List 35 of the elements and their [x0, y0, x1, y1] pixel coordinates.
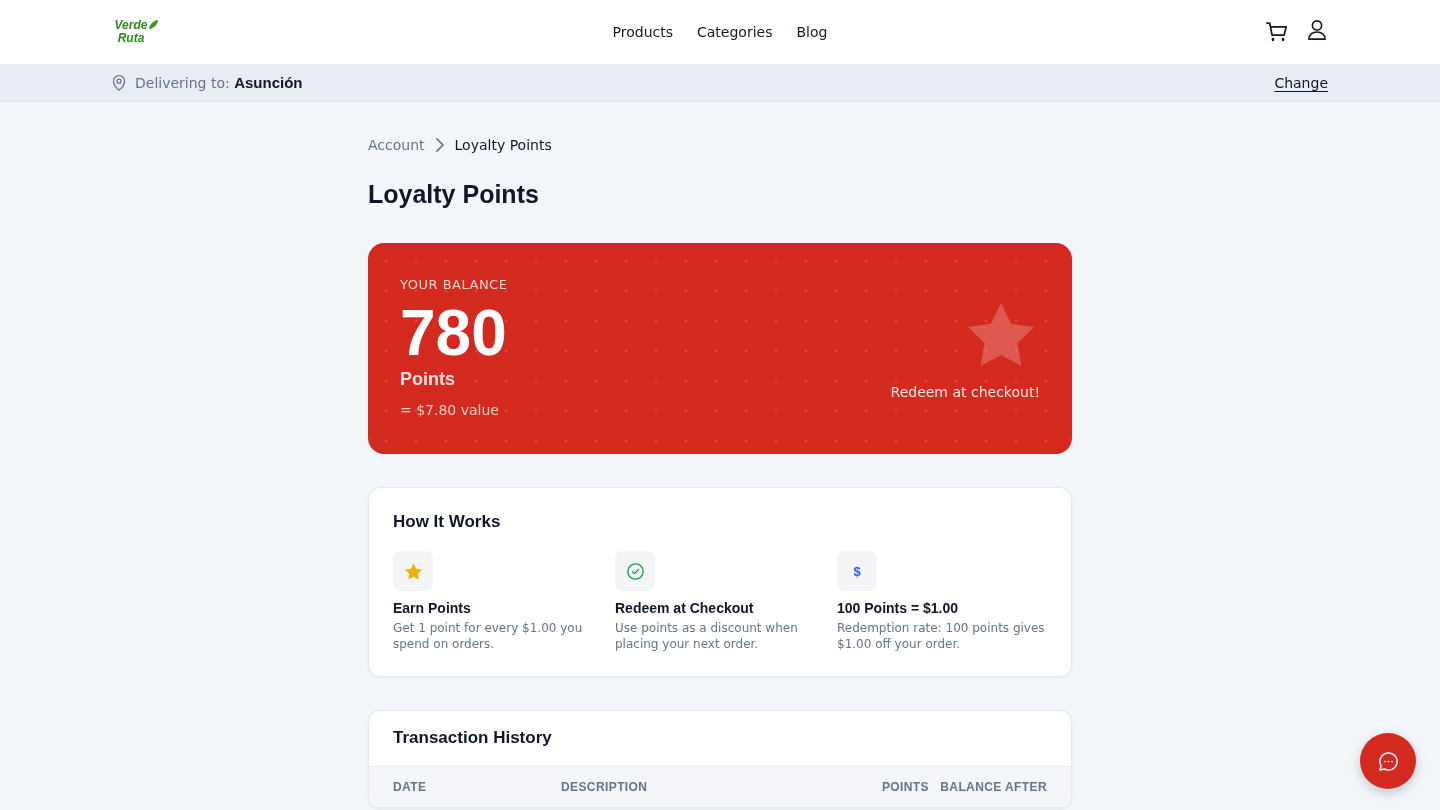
page-title: Loyalty Points: [368, 179, 540, 210]
section-title: Transaction History: [392, 727, 553, 749]
step-title: Redeem at Checkout: [615, 599, 754, 618]
nav-link[interactable]: Categories: [697, 22, 773, 42]
chat-button[interactable]: [1360, 733, 1416, 789]
nav-link[interactable]: Blog: [796, 22, 828, 42]
column-header: DESCRIPTION: [561, 779, 648, 795]
column-header: POINTS: [881, 779, 929, 795]
dollar-sign-icon: $: [837, 551, 877, 591]
user-icon[interactable]: [1308, 20, 1326, 40]
points-value: = $7.80 value: [400, 401, 499, 420]
breadcrumb-link[interactable]: Account: [368, 135, 425, 155]
chevron-right-icon: [435, 138, 444, 152]
balance-label: YOUR BALANCE: [400, 276, 508, 294]
change-link[interactable]: Change: [1274, 75, 1328, 91]
step-description: Redemption rate: 100 points gives $1.00 off your order.: [837, 620, 1046, 652]
star-icon: [968, 303, 1034, 366]
redeem-note: Redeem at checkout!: [890, 383, 1040, 402]
nav-link[interactable]: Products: [612, 22, 673, 42]
step-title: Earn Points: [393, 599, 471, 618]
location-pin-icon: [112, 75, 126, 91]
step-description: Get 1 point for every $1.00 you spend on orders.: [393, 620, 584, 652]
breadcrumb-current: Loyalty Points: [454, 136, 552, 155]
points-balance: 780: [400, 299, 507, 367]
step-description: Use points as a discount when placing your next order.: [615, 620, 799, 652]
points-unit: Points: [400, 368, 455, 391]
chat-bubble-icon: [1378, 751, 1398, 771]
cart-icon[interactable]: [1266, 22, 1288, 42]
step-title: 100 Points = $1.00: [837, 599, 959, 618]
brand-logo[interactable]: Verde Ruta: [112, 19, 150, 45]
leaf-icon: [148, 19, 159, 30]
section-title: How It Works: [393, 511, 502, 533]
column-header: BALANCE AFTER: [940, 779, 1047, 795]
delivery-location-text: Delivering to: Asunción: [135, 73, 303, 93]
column-header: DATE: [393, 779, 427, 795]
